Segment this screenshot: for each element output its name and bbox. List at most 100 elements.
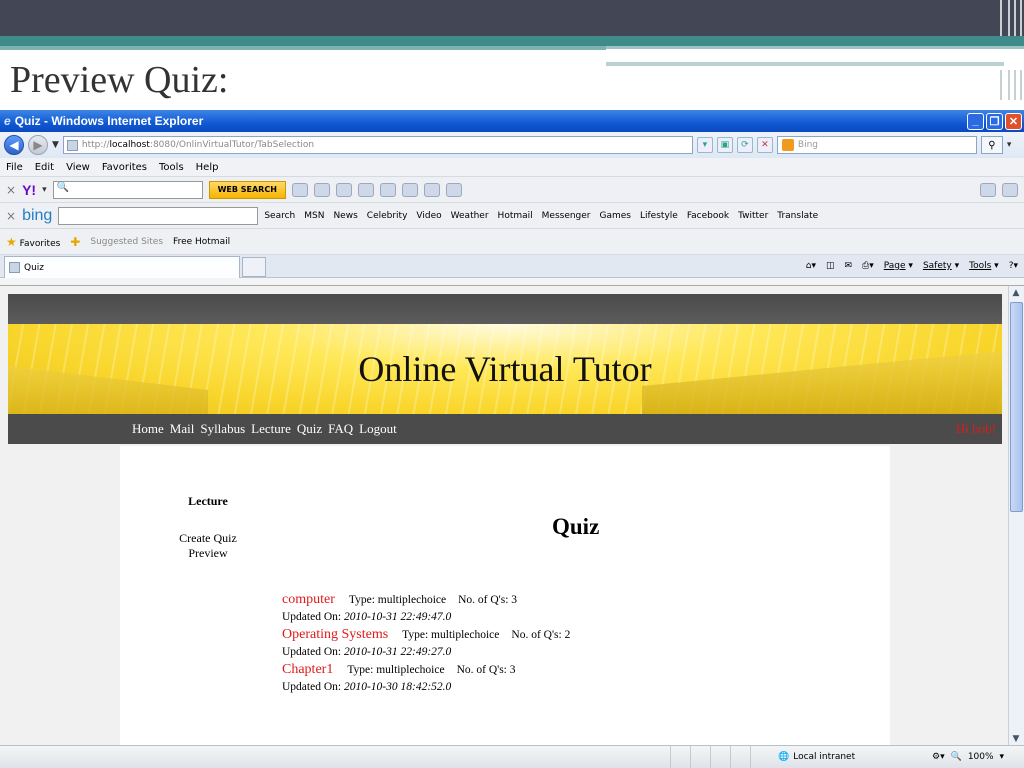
add-icon[interactable] <box>980 182 996 197</box>
quiz-link[interactable]: Chapter1 <box>282 662 333 677</box>
quiz-link[interactable]: computer <box>282 592 335 607</box>
create-quiz-link[interactable]: Create Quiz <box>120 531 296 546</box>
address-field[interactable]: http://localhost:8080/OnlinVirtualTutor/… <box>62 136 693 154</box>
refresh-icon[interactable]: ⟳ <box>736 137 753 153</box>
history-dropdown-icon[interactable]: ▼ <box>52 140 59 150</box>
yahoo-search-input[interactable]: 🔍 <box>52 180 203 199</box>
left-menu: Lecture Create Quiz Preview <box>120 494 296 561</box>
nav-quiz[interactable]: Quiz <box>297 421 322 437</box>
quiz-type: Type: multiplechoice <box>402 629 500 641</box>
search-options-icon[interactable]: ▾ <box>1007 140 1012 150</box>
quiz-type: Type: multiplechoice <box>347 664 445 676</box>
quiz-updated: Updated On: 2010-10-30 18:42:52.0 <box>282 681 452 693</box>
yahoo-toolbar: × Y! ▾ 🔍 WEB SEARCH <box>0 176 1024 202</box>
back-button[interactable]: ◀ <box>4 135 24 155</box>
feeds-icon[interactable]: ◫ <box>826 261 835 271</box>
slide-band-light <box>0 46 606 50</box>
web-search-button[interactable]: WEB SEARCH <box>208 180 286 199</box>
menu-favorites[interactable]: Favorites <box>102 162 147 173</box>
zoom-dropdown-icon[interactable]: ▾ <box>1000 752 1005 762</box>
quiz-count: No. of Q's: 3 <box>456 664 516 676</box>
page-menu[interactable]: Page ▾ <box>884 261 913 271</box>
nav-logout[interactable]: Logout <box>359 421 397 437</box>
minimize-button[interactable]: _ <box>967 112 984 130</box>
quiz-link[interactable]: Operating Systems <box>282 627 388 642</box>
close-bing-toolbar-icon[interactable]: × <box>6 209 16 223</box>
quiz-item: Chapter1 Type: multiplechoice No. of Q's: … <box>282 661 570 679</box>
new-tab-button[interactable] <box>242 257 266 277</box>
close-toolbar-icon[interactable]: × <box>6 183 16 197</box>
close-button[interactable]: ✕ <box>1005 112 1022 130</box>
bing-translate-link[interactable]: Translate <box>777 211 818 221</box>
add-favorite-icon[interactable]: ✚ <box>70 235 80 249</box>
bing-logo[interactable]: bing <box>22 207 52 225</box>
bing-celebrity-link[interactable]: Celebrity <box>367 211 408 221</box>
menu-edit[interactable]: Edit <box>35 162 54 173</box>
vertical-scrollbar[interactable]: ▲ ▼ <box>1008 286 1024 746</box>
compatibility-icon[interactable]: ▣ <box>716 137 733 153</box>
settings-icon[interactable] <box>1002 182 1018 197</box>
bing-games-link[interactable]: Games <box>600 211 631 221</box>
page-viewport: Online Virtual Tutor Home Mail Syllabus … <box>0 285 1024 746</box>
search-input[interactable]: Bing <box>776 136 977 154</box>
bing-lifestyle-link[interactable]: Lifestyle <box>640 211 678 221</box>
site-banner: Online Virtual Tutor <box>8 324 1002 414</box>
scroll-thumb[interactable] <box>1010 302 1023 512</box>
nav-lecture[interactable]: Lecture <box>251 421 291 437</box>
flickr-icon[interactable] <box>379 182 396 197</box>
nav-mail[interactable]: Mail <box>170 421 195 437</box>
bing-hotmail-link[interactable]: Hotmail <box>498 211 533 221</box>
nav-home[interactable]: Home <box>132 421 164 437</box>
forward-button[interactable]: ▶ <box>28 135 48 155</box>
scroll-up-icon[interactable]: ▲ <box>1008 286 1024 300</box>
address-dropdown-icon[interactable]: ▾ <box>696 137 713 153</box>
tools-menu[interactable]: Tools ▾ <box>969 261 999 271</box>
menu-help[interactable]: Help <box>196 162 219 173</box>
print-icon[interactable]: ⎙▾ <box>862 261 874 271</box>
bing-icon <box>781 139 794 151</box>
read-mail-icon[interactable]: ✉ <box>845 261 853 271</box>
security-zone[interactable]: 🌐 Local intranet <box>778 752 888 762</box>
free-hotmail-link[interactable]: Free Hotmail <box>173 237 230 247</box>
preview-link[interactable]: Preview <box>120 546 296 561</box>
bing-twitter-link[interactable]: Twitter <box>738 211 768 221</box>
tab-quiz[interactable]: Quiz <box>4 256 240 278</box>
safety-menu[interactable]: Safety ▾ <box>923 261 959 271</box>
nav-syllabus[interactable]: Syllabus <box>200 421 245 437</box>
bing-news-link[interactable]: News <box>333 211 357 221</box>
suggested-sites-link[interactable]: Suggested Sites <box>90 237 163 247</box>
scroll-down-icon[interactable]: ▼ <box>1008 732 1024 746</box>
bing-search-button[interactable]: Search <box>264 211 295 221</box>
ebay-icon[interactable] <box>423 182 440 197</box>
yahoo-logo[interactable]: Y! <box>22 182 36 198</box>
search-icon[interactable]: ⚲ <box>980 136 1003 154</box>
nav-faq[interactable]: FAQ <box>328 421 353 437</box>
weather-icon[interactable] <box>335 182 352 197</box>
mail-icon[interactable] <box>313 182 330 197</box>
home-icon[interactable]: ⌂▾ <box>806 261 816 271</box>
status-cells <box>670 746 770 768</box>
main-content: Lecture Create Quiz Preview Quiz compute… <box>120 446 890 746</box>
games-icon[interactable] <box>401 182 418 197</box>
menu-view[interactable]: View <box>66 162 90 173</box>
bing-search-input[interactable] <box>58 206 259 225</box>
menu-tools[interactable]: Tools <box>159 162 184 173</box>
menu-file[interactable]: File <box>6 162 23 173</box>
star-icon: ★ <box>6 234 17 249</box>
toolbar-icon[interactable] <box>291 182 308 197</box>
restore-button[interactable]: ❐ <box>986 112 1003 130</box>
stop-icon[interactable]: ✕ <box>756 137 773 153</box>
bing-facebook-link[interactable]: Facebook <box>687 211 729 221</box>
help-icon[interactable]: ?▾ <box>1009 261 1018 271</box>
zoom-control[interactable]: ⚙▾ 🔍 100% ▾ <box>932 752 1004 762</box>
bing-toolbar-items: Search MSN News Celebrity Video Weather … <box>264 211 818 221</box>
bing-video-link[interactable]: Video <box>416 211 441 221</box>
answers-icon[interactable] <box>357 182 374 197</box>
bing-messenger-link[interactable]: Messenger <box>542 211 591 221</box>
bing-weather-link[interactable]: Weather <box>451 211 489 221</box>
quiz-type: Type: multiplechoice <box>348 594 447 606</box>
favorites-button[interactable]: ★ Favorites <box>6 235 60 249</box>
amazon-icon[interactable] <box>445 182 462 197</box>
bing-msn-link[interactable]: MSN <box>304 211 324 221</box>
user-greeting: Hi bob! <box>955 421 996 436</box>
